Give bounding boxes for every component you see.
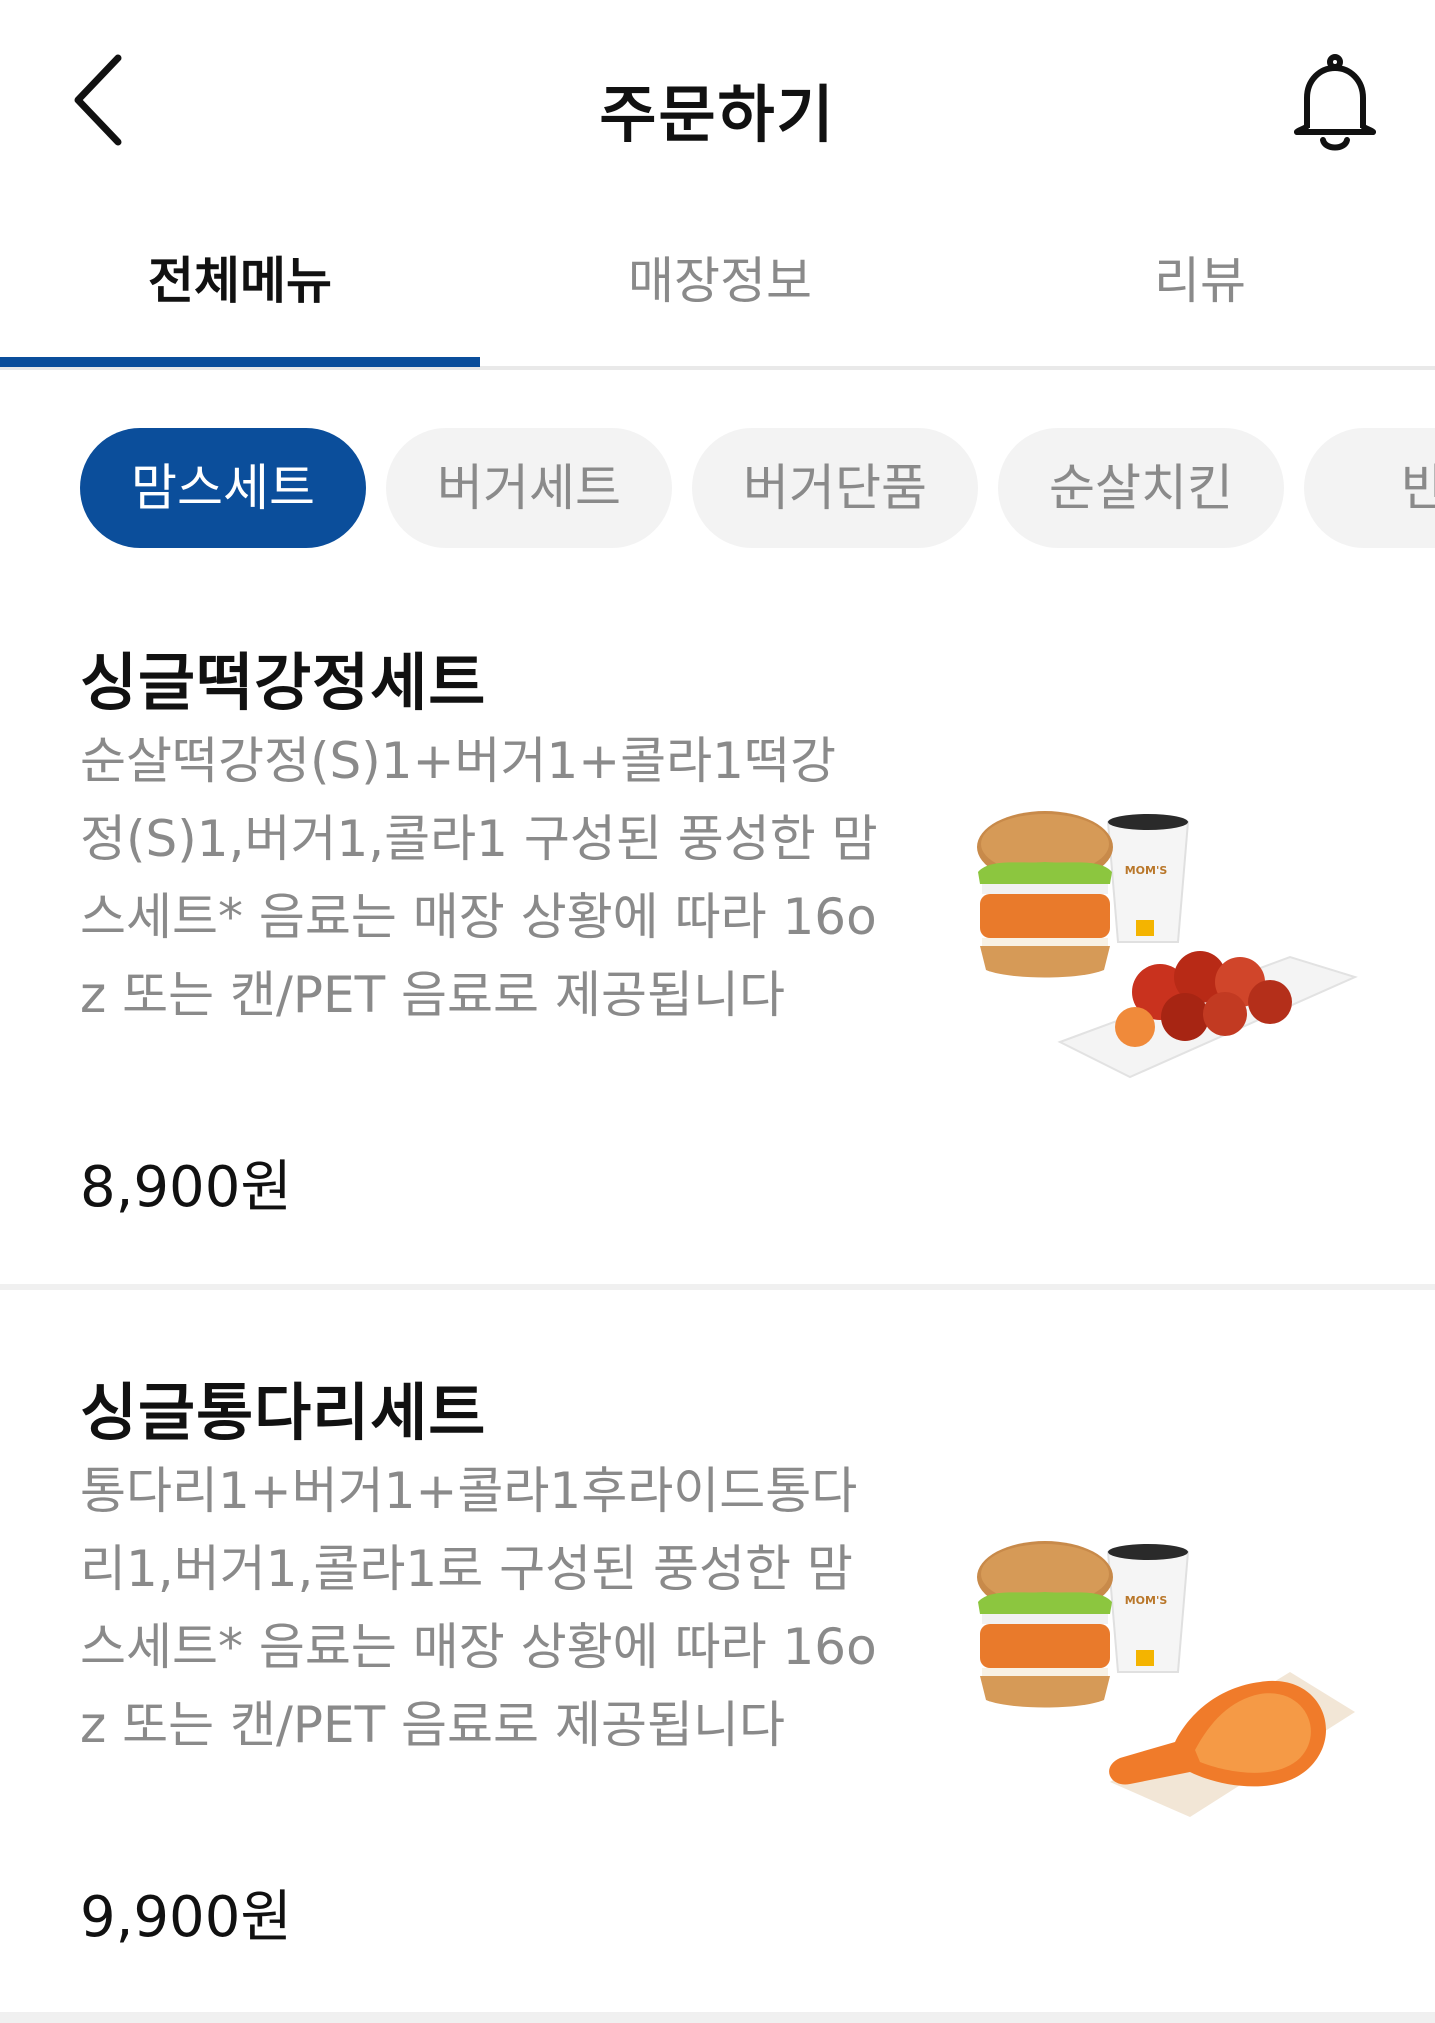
active-tab-indicator [0, 357, 480, 367]
tab-store-info[interactable]: 매장정보 [480, 226, 960, 366]
category-chips: 맘스세트 버거세트 버거단품 순살치킨 반마 [0, 428, 1435, 548]
menu-item-price: 8,900원 [80, 1155, 292, 1220]
chicken-plate-icon [1057, 951, 1358, 1079]
notification-button[interactable] [1290, 52, 1380, 156]
menu-item-image: MOM'S [977, 811, 1358, 1079]
burger-icon [977, 811, 1113, 978]
tab-reviews[interactable]: 리뷰 [960, 226, 1435, 366]
menu-item-description: 통다리1+버거1+콜라1후라이드통다리1,버거1,콜라1로 구성된 풍성한 맘스… [80, 1462, 877, 1754]
menu-item-name: 싱글떡강정세트 [80, 646, 487, 719]
burger-icon [977, 1541, 1113, 1708]
tab-all-menu[interactable]: 전체메뉴 [0, 226, 480, 366]
category-chip-moms-set[interactable]: 맘스세트 [80, 428, 366, 548]
order-screen: 주문하기 전체메뉴 매장정보 리뷰 맘스세트 버거세트 버거단품 순살치킨 반마… [0, 0, 1435, 2023]
category-chip-boneless-chicken[interactable]: 순살치킨 [998, 428, 1284, 548]
item-divider [0, 1284, 1435, 1290]
menu-item[interactable]: 싱글떡강정세트 순살떡강정(S)1+버거1+콜라1떡강정(S)1,버거1,콜라1… [0, 632, 1435, 1222]
menu-item-description: 순살떡강정(S)1+버거1+콜라1떡강정(S)1,버거1,콜라1 구성된 풍성한… [80, 732, 878, 1024]
category-chip-half[interactable]: 반마 [1304, 428, 1435, 548]
category-chip-burger-set[interactable]: 버거세트 [386, 428, 672, 548]
category-chip-burger-single[interactable]: 버거단품 [692, 428, 978, 548]
menu-item-name: 싱글통다리세트 [80, 1376, 487, 1449]
bell-icon [1294, 54, 1376, 151]
menu-item-image: MOM'S [977, 1541, 1355, 1817]
drink-cup-icon: MOM'S [1106, 1544, 1190, 1673]
drink-cup-icon: MOM'S [1106, 814, 1190, 943]
menu-item[interactable]: 싱글통다리세트 통다리1+버거1+콜라1후라이드통다리1,버거1,콜라1로 구성… [0, 1362, 1435, 1952]
cup-logo: MOM'S [1125, 1594, 1168, 1607]
header: 주문하기 [0, 0, 1435, 210]
item-divider [0, 2012, 1435, 2023]
page-title: 주문하기 [599, 78, 836, 151]
chicken-drumstick-icon [1109, 1672, 1355, 1817]
tab-bar: 전체메뉴 매장정보 리뷰 [0, 226, 1435, 370]
cup-logo: MOM'S [1125, 864, 1168, 877]
menu-item-price: 9,900원 [80, 1885, 292, 1950]
